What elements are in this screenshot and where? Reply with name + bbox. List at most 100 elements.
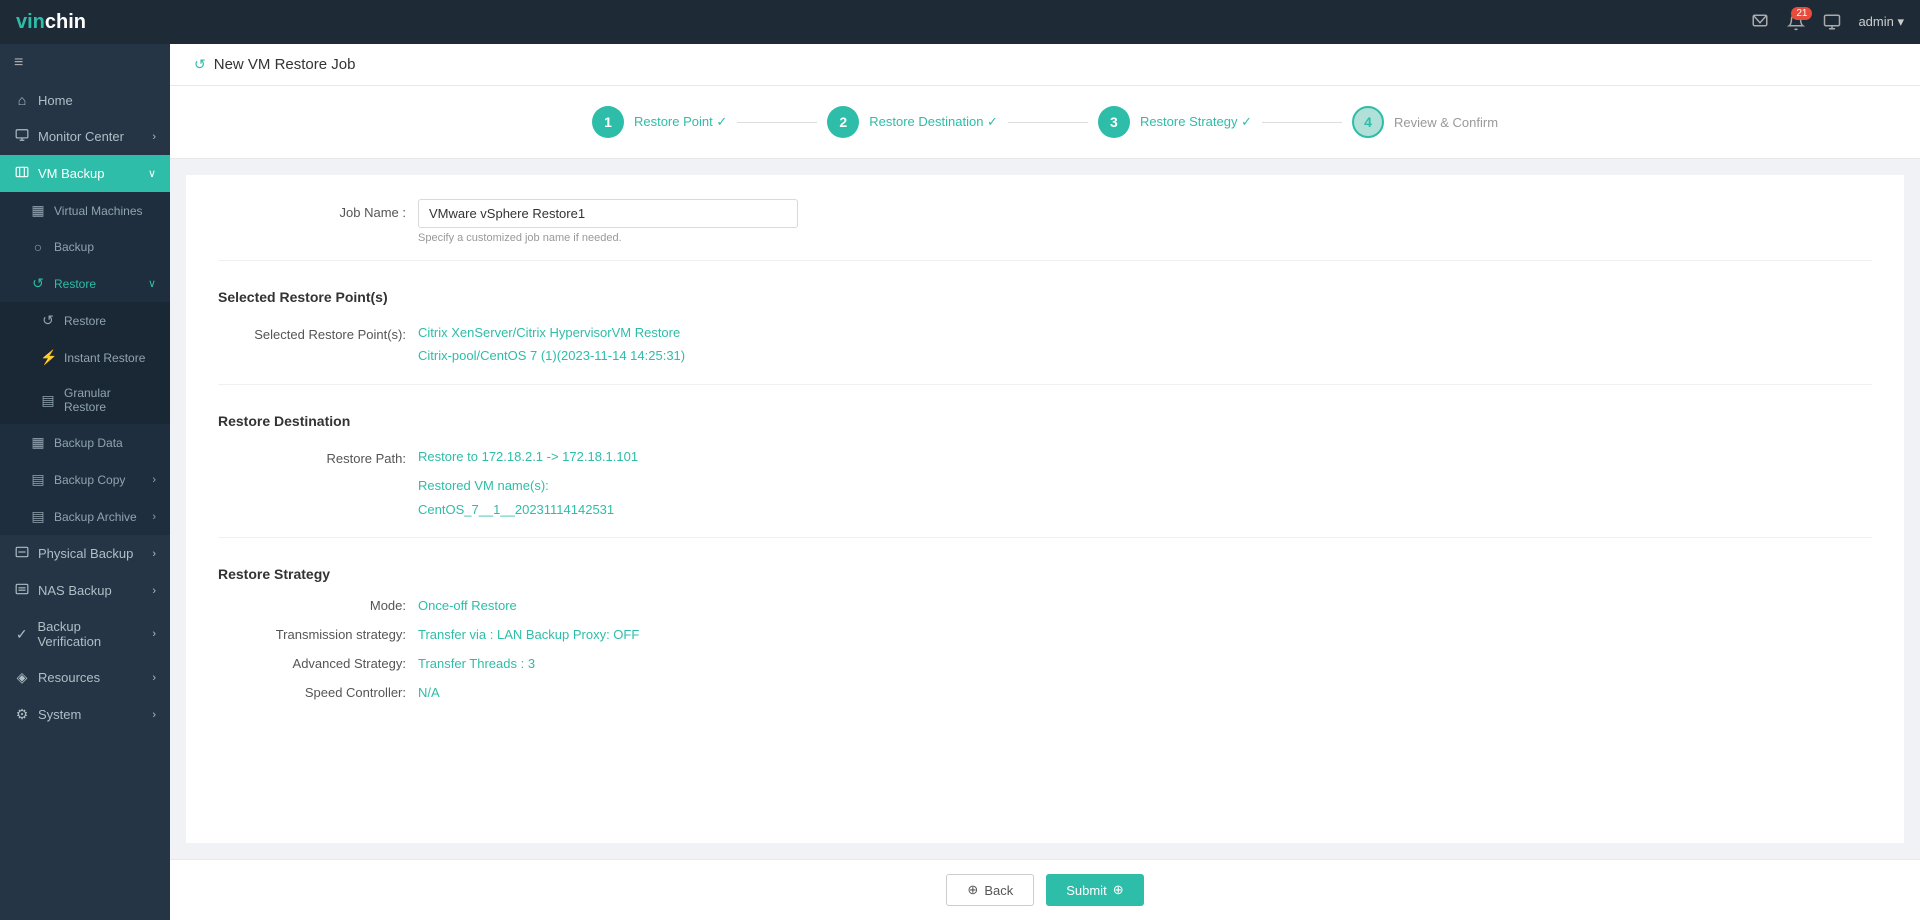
step-1-label: Restore Point ✓ [634, 114, 727, 130]
sidebar-item-backup-verification[interactable]: ✓ Backup Verification › [0, 609, 170, 659]
navbar: vinchin 21 admin ▾ [0, 0, 1920, 44]
sidebar-item-restore-sub[interactable]: ↺ Restore [0, 302, 170, 339]
job-name-row: Job Name : Specify a customized job name… [218, 199, 1872, 244]
back-button[interactable]: ⊕ Back [946, 874, 1034, 906]
job-name-value: Specify a customized job name if needed. [418, 199, 1872, 244]
vm-backup-icon [14, 165, 30, 182]
step-2-label: Restore Destination ✓ [869, 114, 998, 130]
transmission-value: Transfer via : LAN Backup Proxy: OFF [418, 627, 639, 642]
instant-restore-icon: ⚡ [40, 349, 56, 366]
system-icon: ⚙ [14, 706, 30, 723]
restore-path-label: Restore Path: [218, 445, 418, 466]
sidebar-item-resources[interactable]: ◈ Resources › [0, 659, 170, 696]
sidebar-item-physical-backup[interactable]: Physical Backup › [0, 535, 170, 572]
backup-archive-icon: ▤ [30, 508, 46, 525]
divider-1 [218, 260, 1872, 261]
job-name-label: Job Name : [218, 199, 418, 220]
message-icon[interactable] [1750, 12, 1770, 32]
sidebar-item-backup-copy[interactable]: ▤ Backup Copy › [0, 461, 170, 498]
sidebar-item-home[interactable]: ⌂ Home [0, 82, 170, 118]
sidebar-item-vm-backup[interactable]: VM Backup ∨ [0, 155, 170, 192]
advanced-label: Advanced Strategy: [218, 656, 418, 671]
chevron-right-icon: › [152, 131, 156, 143]
restore-strategy-heading: Restore Strategy [218, 554, 1872, 590]
mode-row: Mode: Once-off Restore [218, 598, 1872, 613]
chevron-right-icon6: › [152, 628, 156, 640]
step-3: 3 Restore Strategy ✓ [1098, 106, 1252, 138]
sidebar-item-granular-restore[interactable]: ▤ Granular Restore [0, 376, 170, 424]
sidebar-item-monitor-center[interactable]: Monitor Center › [0, 118, 170, 155]
restore-path-row: Restore Path: Restore to 172.18.2.1 -> 1… [218, 445, 1872, 521]
advanced-row: Advanced Strategy: Transfer Threads : 3 [218, 656, 1872, 671]
submit-button[interactable]: Submit ⊕ [1046, 874, 1143, 906]
step-sep-2 [1008, 122, 1088, 123]
restore-points-row: Selected Restore Point(s): Citrix XenSer… [218, 321, 1872, 368]
restore-sub-icon: ↺ [40, 312, 56, 329]
restore-destination-heading: Restore Destination [218, 401, 1872, 437]
restore-points-heading: Selected Restore Point(s) [218, 277, 1872, 313]
virtual-machines-icon: ▦ [30, 202, 46, 219]
mode-value: Once-off Restore [418, 598, 517, 613]
step-sep-1 [737, 122, 817, 123]
chevron-down-icon2: ∨ [148, 277, 156, 290]
backup-verification-icon: ✓ [14, 626, 29, 643]
nas-backup-icon [14, 582, 30, 599]
sidebar-item-system[interactable]: ⚙ System › [0, 696, 170, 733]
navbar-right: 21 admin ▾ [1750, 12, 1904, 32]
sidebar-toggle[interactable]: ≡ [0, 44, 170, 82]
restore-strategy-grid: Mode: Once-off Restore Transmission stra… [218, 598, 1872, 700]
job-name-hint: Specify a customized job name if needed. [418, 232, 1872, 244]
submit-icon: ⊕ [1113, 882, 1124, 898]
sidebar-item-backup[interactable]: ○ Backup [0, 229, 170, 265]
sidebar-item-instant-restore[interactable]: ⚡ Instant Restore [0, 339, 170, 376]
chevron-right-icon4: › [152, 548, 156, 560]
monitor-icon[interactable] [1822, 12, 1842, 32]
divider-2 [218, 384, 1872, 385]
sidebar-item-backup-data[interactable]: ▦ Backup Data [0, 424, 170, 461]
sidebar-item-restore[interactable]: ↺ Restore ∨ [0, 265, 170, 302]
chevron-right-icon3: › [152, 511, 156, 523]
step-4: 4 Review & Confirm [1352, 106, 1498, 138]
sidebar-item-backup-archive[interactable]: ▤ Backup Archive › [0, 498, 170, 535]
restore-icon: ↺ [30, 275, 46, 292]
sidebar-sub-vm-backup: ▦ Virtual Machines ○ Backup ↺ Restore ∨ … [0, 192, 170, 535]
step-1: 1 Restore Point ✓ [592, 106, 727, 138]
backup-data-icon: ▦ [30, 434, 46, 451]
step-1-circle: 1 [592, 106, 624, 138]
footer-bar: ⊕ Back Submit ⊕ [170, 859, 1920, 920]
step-4-label: Review & Confirm [1394, 115, 1498, 130]
transmission-row: Transmission strategy: Transfer via : LA… [218, 627, 1872, 642]
sidebar: ≡ ⌂ Home Monitor Center › VM Backup ∨ ▦ … [0, 44, 170, 920]
step-3-circle: 3 [1098, 106, 1130, 138]
restore-submenu: ↺ Restore ⚡ Instant Restore ▤ Granular R… [0, 302, 170, 424]
backup-icon: ○ [30, 239, 46, 255]
chevron-right-icon8: › [152, 709, 156, 721]
monitor-center-icon [14, 128, 30, 145]
notification-badge: 21 [1791, 7, 1812, 20]
step-2: 2 Restore Destination ✓ [827, 106, 998, 138]
chevron-down-icon: ∨ [148, 167, 156, 180]
logo: vinchin [16, 11, 86, 34]
chevron-right-icon5: › [152, 585, 156, 597]
advanced-value: Transfer Threads : 3 [418, 656, 535, 671]
granular-restore-icon: ▤ [40, 392, 56, 409]
sidebar-item-virtual-machines[interactable]: ▦ Virtual Machines [0, 192, 170, 229]
speed-value: N/A [418, 685, 440, 700]
page-header: ↺ New VM Restore Job [170, 44, 1920, 86]
mode-label: Mode: [218, 598, 418, 613]
chevron-right-icon2: › [152, 474, 156, 486]
speed-row: Speed Controller: N/A [218, 685, 1872, 700]
admin-menu[interactable]: admin ▾ [1858, 14, 1904, 30]
job-name-input[interactable] [418, 199, 798, 228]
backup-copy-icon: ▤ [30, 471, 46, 488]
main-content: ↺ New VM Restore Job 1 Restore Point ✓ 2… [170, 44, 1920, 920]
sidebar-item-nas-backup[interactable]: NAS Backup › [0, 572, 170, 609]
step-sep-3 [1262, 122, 1342, 123]
step-4-circle: 4 [1352, 106, 1384, 138]
notification-icon[interactable]: 21 [1786, 12, 1806, 32]
physical-backup-icon [14, 545, 30, 562]
restore-header-icon: ↺ [194, 56, 206, 73]
resources-icon: ◈ [14, 669, 30, 686]
step-3-label: Restore Strategy ✓ [1140, 114, 1252, 130]
home-icon: ⌂ [14, 92, 30, 108]
